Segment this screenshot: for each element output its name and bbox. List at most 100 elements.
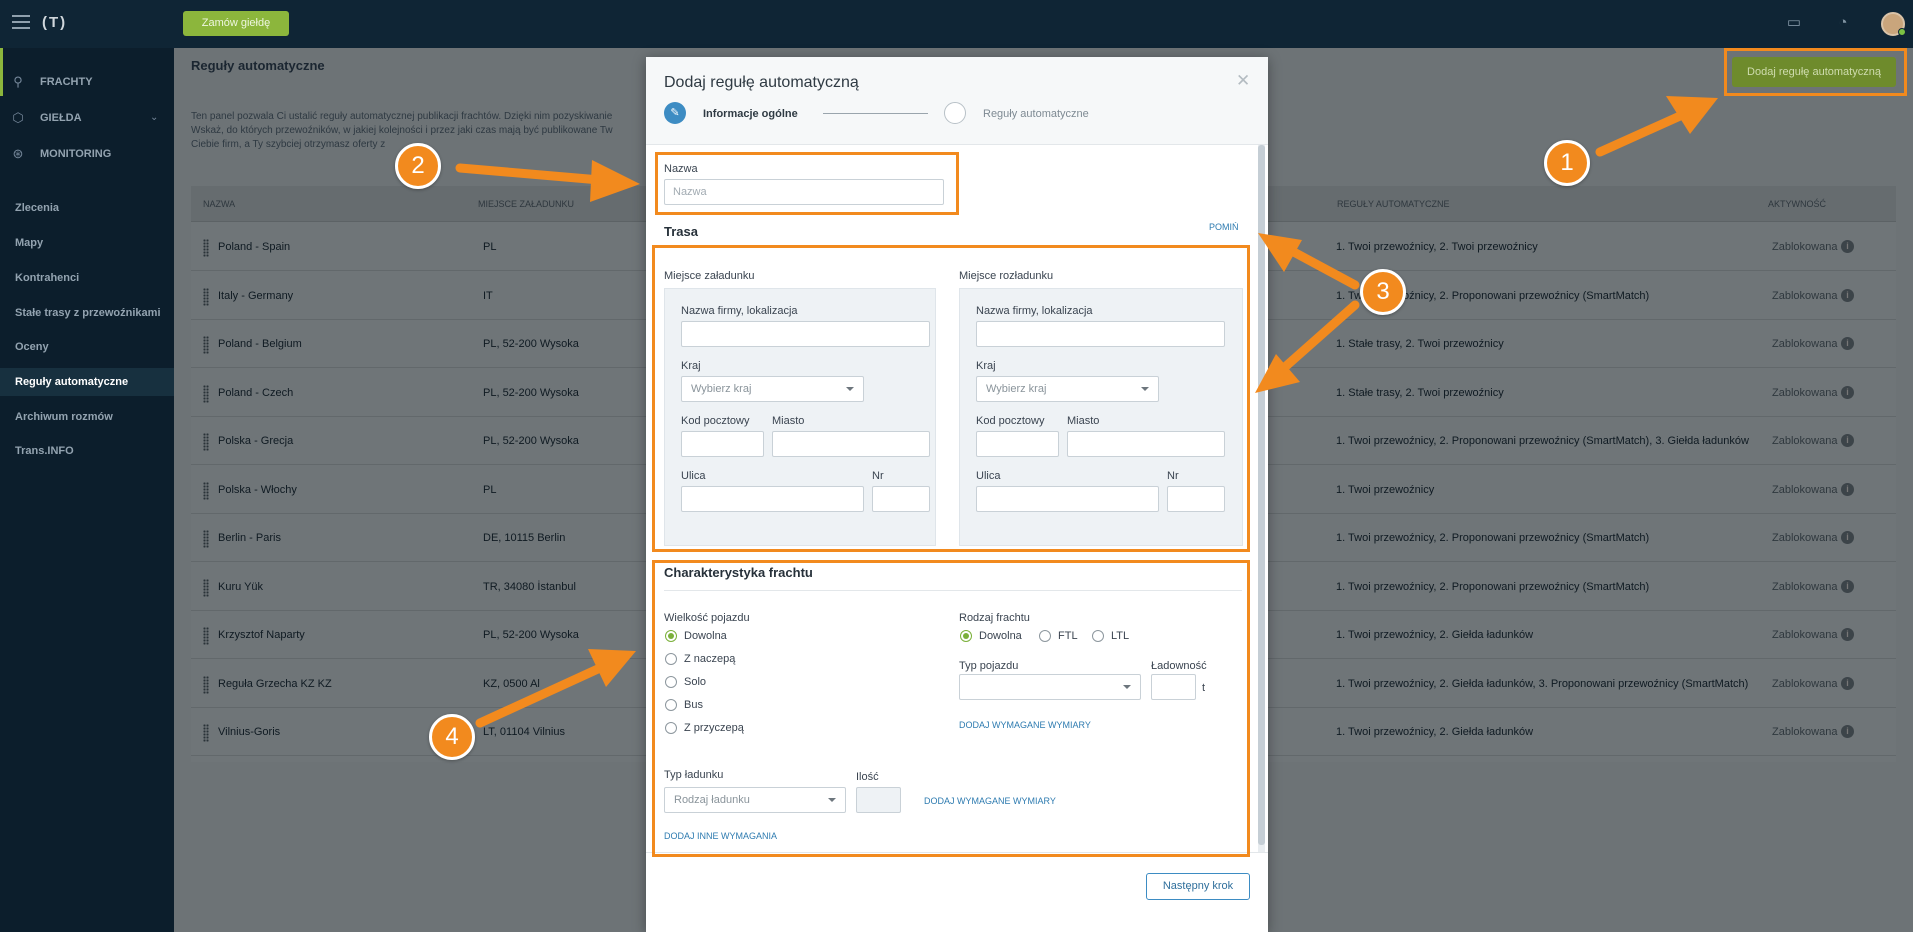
info-icon[interactable]: i [1841,628,1854,641]
info-icon[interactable]: i [1841,434,1854,447]
sidebar-item-stale-trasy[interactable]: Stałe trasy z przewoźnikami [0,299,174,327]
rules-cell: 1. Twoi przewoźnicy, 2. Proponowani prze… [1336,532,1650,544]
rules-cell: 1. Twoi przewoźnicy, 2. Giełda ładunków [1336,629,1534,641]
info-icon[interactable]: i [1841,385,1854,399]
rule-name-cell: Polska - Grecja [218,435,294,447]
status-cell: Zablokowana [1772,726,1838,738]
sidebar-item-zlecenia[interactable]: Zlecenia [0,194,174,222]
drag-handle-icon[interactable] [203,530,209,548]
rule-name-cell: Reguła Grzecha KZ KZ [218,677,332,690]
annotation-box-3 [652,245,1250,552]
route-title: Trasa [664,224,698,239]
loading-place-cell: DE, 10115 Berlin [483,532,566,544]
rules-cell: 1. Twoi przewoźnicy, 2. Giełda ładunków,… [1336,677,1749,690]
rules-cell: 1. Twoi przewoźnicy, 2. Giełda ładunków [1336,726,1534,738]
drag-handle-icon[interactable] [203,433,209,451]
sidebar-item-gielda[interactable]: ⬡ GIEŁDA ⌄ [0,103,174,133]
drag-handle-icon[interactable] [203,627,209,645]
loading-place-cell: PL, 52-200 Wysoka [483,435,579,447]
description-line: Wskaż, do których przewoźników, w jakiej… [191,125,613,136]
status-cell: Zablokowana [1772,241,1838,253]
scrollbar-thumb[interactable] [1258,145,1265,845]
column-header-rules[interactable]: REGUŁY AUTOMATYCZNE [1337,199,1450,209]
info-icon[interactable]: i [1841,531,1854,544]
info-icon[interactable]: i [1841,482,1854,496]
modal-title: Dodaj regułę automatyczną [664,74,859,91]
loading-place-cell: KZ, 0500 Al [483,677,540,690]
drag-handle-icon[interactable] [203,336,209,354]
status-cell: Zablokowana [1772,338,1838,350]
description-line: Ten panel pozwala Ci ustalić reguły auto… [191,111,613,122]
rules-cell: 1. Twoi przewoźnicy, 2. Proponowani prze… [1336,580,1650,593]
bell-icon[interactable]: ◔ [1834,14,1852,32]
satellite-icon: ⊛ [12,146,24,161]
info-icon[interactable]: i [1841,288,1854,302]
rules-cell: 1. Twoi przewoźnicy, 2. Proponowani prze… [1336,435,1749,447]
logo[interactable]: (T) [42,14,67,31]
info-icon[interactable]: i [1841,337,1854,350]
status-cell: Zablokowana [1772,532,1838,544]
online-status-icon [1898,28,1906,36]
info-icon[interactable]: i [1841,240,1854,253]
annotation-box-2 [655,152,959,215]
drag-handle-icon[interactable] [203,675,209,694]
close-icon[interactable]: ✕ [1236,71,1250,91]
step-general-info[interactable]: Informacje ogólne [703,108,798,120]
drag-handle-icon[interactable] [203,384,209,403]
annotation-box-4 [652,560,1250,857]
skip-link[interactable]: POMIŃ [1209,222,1239,232]
chat-icon[interactable]: ▭ [1785,14,1803,32]
info-icon[interactable]: i [1841,676,1854,690]
rule-name-cell: Krzysztof Naparty [218,629,305,641]
pencil-icon: ✎ [664,102,686,124]
loading-place-cell: LT, 01104 Vilnius [483,726,565,738]
modal-header: Dodaj regułę automatyczną ✕ ✎ Informacje… [646,57,1268,145]
modal-footer: Następny krok [646,852,1268,932]
step-auto-rules[interactable]: Reguły automatyczne [983,108,1089,120]
drag-handle-icon[interactable] [203,239,209,257]
column-header-name[interactable]: NAZWA [203,199,235,209]
status-cell: Zablokowana [1772,386,1838,399]
info-icon[interactable]: i [1841,579,1854,593]
callout-4: 4 [429,714,475,760]
column-header-loading[interactable]: MIEJSCE ZAŁADUNKU [478,199,574,209]
step-connector [823,113,928,114]
sidebar-item-label: MONITORING [40,148,112,160]
sidebar-item-kontrahenci[interactable]: Kontrahenci [0,264,174,292]
page-title: Reguły automatyczne [191,58,325,73]
loading-place-cell: PL, 52-200 Wysoka [483,629,579,641]
next-step-button[interactable]: Następny krok [1146,873,1250,900]
status-cell: Zablokowana [1772,629,1838,641]
loading-place-cell: PL, 52-200 Wysoka [483,338,579,350]
sidebar-item-transinfo[interactable]: Trans.INFO [0,437,174,465]
sidebar-item-oceny[interactable]: Oceny [0,333,174,361]
sidebar-item-reguly[interactable]: Reguły automatyczne [0,368,174,396]
sidebar-item-label: FRACHTY [40,76,93,88]
column-header-activity[interactable]: AKTYWNOŚĆ [1768,199,1826,209]
rules-cell: 1. Stałe trasy, 2. Twoi przewoźnicy [1336,386,1504,399]
drag-handle-icon[interactable] [203,481,209,500]
sidebar-item-monitoring[interactable]: ⊛ MONITORING [0,139,174,169]
rules-cell: 1. Twoi przewoźnicy [1336,483,1435,496]
status-cell: Zablokowana [1772,435,1838,447]
sidebar-item-archiwum[interactable]: Archiwum rozmów [0,403,174,431]
sidebar-item-mapy[interactable]: Mapy [0,229,174,257]
info-icon[interactable]: i [1841,725,1854,738]
drag-handle-icon[interactable] [203,287,209,306]
menu-icon[interactable] [12,15,30,29]
drag-handle-icon[interactable] [203,724,209,742]
callout-2: 2 [395,143,441,189]
drag-handle-icon[interactable] [203,578,209,597]
status-cell: Zablokowana [1772,580,1838,593]
chevron-down-icon: ⌄ [150,112,159,123]
step2-indicator [944,102,966,124]
route-icon: ⚲ [13,74,23,89]
order-exchange-button[interactable]: Zamów giełdę [183,11,289,36]
loading-place-cell: IT [483,289,493,302]
top-bar: (T) Zamów giełdę ▭ ◔ [0,0,1913,48]
rule-name-cell: Poland - Spain [218,241,291,253]
rules-cell: 1. Twoi przewoźnicy, 2. Twoi przewoźnicy [1336,241,1538,253]
rule-name-cell: Kuru Yük [218,580,264,593]
callout-3: 3 [1360,269,1406,315]
sidebar-item-frachty[interactable]: ⚲ FRACHTY [0,67,174,97]
